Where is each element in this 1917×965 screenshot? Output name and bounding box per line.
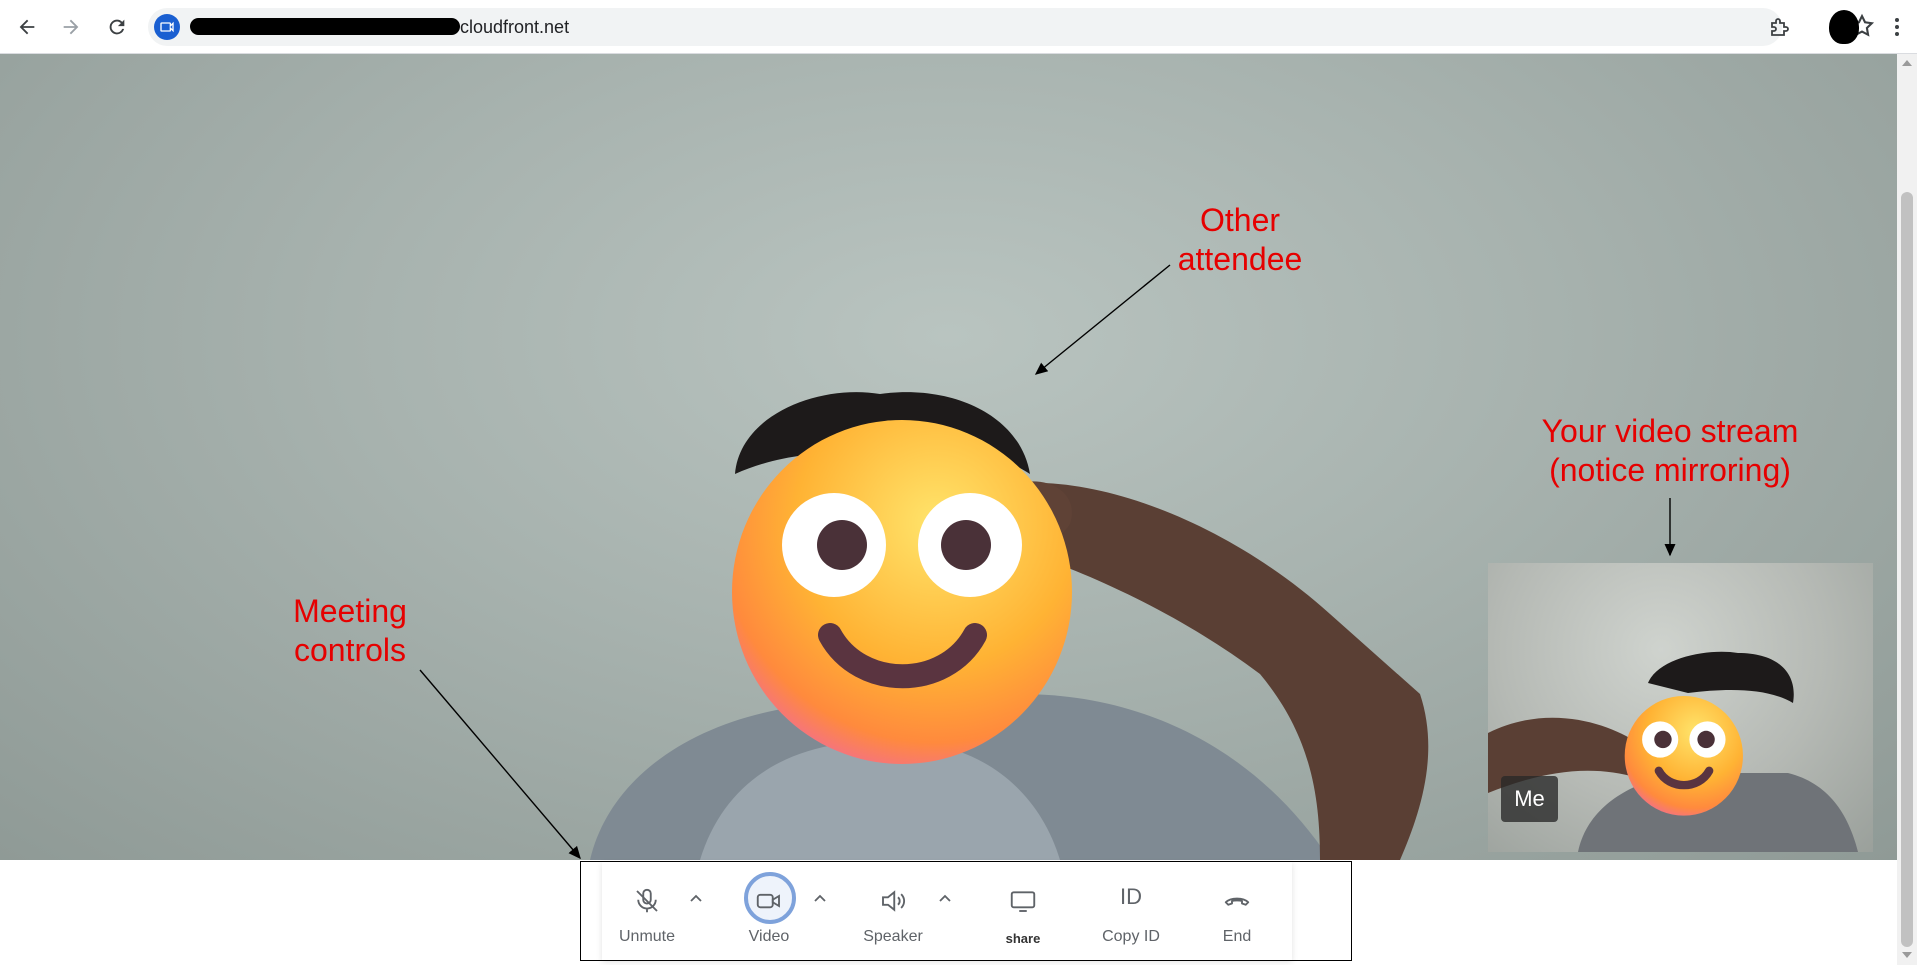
speaker-label: Speaker: [863, 928, 923, 945]
copy-id-button[interactable]: ID Copy ID: [1086, 874, 1176, 954]
page-scrollbar[interactable]: [1897, 54, 1917, 965]
end-call-button[interactable]: End: [1192, 874, 1282, 954]
forward-icon: [63, 19, 79, 35]
speaker-options-button[interactable]: [935, 888, 955, 908]
hang-up-phone-icon: [1224, 897, 1250, 906]
annotation-line: controls: [293, 632, 407, 668]
scroll-thumb[interactable]: [1901, 192, 1913, 947]
mic-options-button[interactable]: [686, 888, 706, 908]
copy-id-label: Copy ID: [1102, 928, 1160, 945]
profile-avatar-icon[interactable]: [1829, 10, 1859, 44]
annotation-line: Your video stream: [1541, 413, 1799, 449]
self-smiling-face-emoji: [1624, 696, 1743, 816]
site-info-button[interactable]: [154, 14, 180, 40]
self-video-tile: Me: [1488, 563, 1873, 852]
chevron-up-icon: [814, 894, 826, 902]
end-label: End: [1222, 928, 1252, 945]
meeting-controls-bar: Unmute Video Speaker share ID Copy ID En…: [602, 862, 1292, 960]
meeting-page: Me Unmute Video Speaker share ID Copy ID…: [0, 54, 1897, 965]
extensions-button[interactable]: [1763, 10, 1797, 44]
video-button[interactable]: Video: [724, 872, 814, 954]
speaker-button[interactable]: Speaker: [848, 874, 938, 954]
site-camera-icon: [160, 21, 174, 33]
share-screen-button[interactable]: share: [978, 874, 1068, 954]
extensions-icon: [1771, 18, 1789, 36]
browser-menu-button[interactable]: [1880, 10, 1914, 44]
chevron-up-icon: [690, 894, 702, 902]
annotation-other-attendee: Other attendee: [1160, 201, 1320, 279]
video-options-button[interactable]: [810, 888, 830, 908]
speaker-icon: [882, 890, 905, 912]
unmute-label: Unmute: [618, 928, 676, 945]
scroll-down-arrow[interactable]: [1902, 952, 1912, 958]
redacted-url: [190, 18, 460, 35]
annotation-line: Other: [1199, 202, 1281, 238]
video-camera-icon: [756, 893, 780, 909]
self-name-label: Me: [1501, 776, 1558, 822]
url-text: cloudfront.net: [460, 17, 570, 37]
annotation-meeting-controls: Meeting controls: [270, 592, 430, 670]
annotation-line: attendee: [1177, 241, 1303, 277]
chevron-up-icon: [939, 894, 951, 902]
address-bar[interactable]: cloudfront.net: [148, 8, 1875, 46]
forward-button[interactable]: [54, 10, 88, 44]
menu-kebab-icon: [1895, 18, 1899, 36]
id-glyph-icon: ID: [1120, 884, 1142, 909]
video-label: Video: [748, 928, 790, 945]
back-button[interactable]: [10, 10, 44, 44]
unmute-button[interactable]: Unmute: [602, 874, 692, 954]
monitor-share-icon: [1010, 891, 1036, 912]
annotation-line: (notice mirroring): [1549, 452, 1791, 488]
annotation-your-stream: Your video stream (notice mirroring): [1500, 412, 1840, 490]
smiling-face-emoji: [732, 420, 1072, 764]
microphone-off-icon: [636, 888, 658, 913]
reload-button[interactable]: [100, 10, 134, 44]
browser-toolbar: cloudfront.net: [0, 0, 1917, 54]
back-icon: [19, 19, 35, 35]
reload-icon: [109, 19, 125, 35]
share-label: share: [1005, 931, 1041, 946]
annotation-line: Meeting: [293, 593, 407, 629]
scroll-up-arrow[interactable]: [1902, 60, 1912, 66]
